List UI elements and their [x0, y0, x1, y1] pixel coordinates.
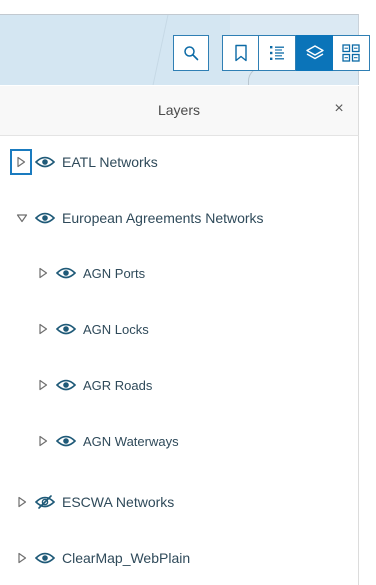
- bookmarks-button[interactable]: [222, 35, 259, 71]
- caret-right-icon: [39, 379, 48, 391]
- collapse-layer-button[interactable]: [12, 207, 32, 229]
- layer-item-agn-waterways: AGN Waterways: [33, 430, 179, 452]
- eye-icon: [35, 156, 55, 168]
- eye-icon: [35, 552, 55, 564]
- expand-layer-button[interactable]: [10, 149, 32, 175]
- panel-title: Layers: [157, 102, 201, 118]
- eye-icon: [56, 267, 76, 279]
- visibility-toggle[interactable]: [34, 207, 56, 229]
- caret-right-icon: [39, 267, 48, 279]
- close-icon: ×: [334, 100, 344, 117]
- eye-icon: [56, 435, 76, 447]
- visibility-toggle[interactable]: [34, 491, 56, 513]
- bookmark-icon: [234, 44, 247, 62]
- eye-icon: [35, 212, 55, 224]
- layer-title[interactable]: AGN Waterways: [83, 434, 179, 449]
- layer-title[interactable]: EATL Networks: [62, 154, 158, 170]
- layers-button[interactable]: [296, 35, 333, 71]
- layer-item-escwa-networks: ESCWA Networks: [12, 491, 174, 513]
- visibility-toggle[interactable]: [55, 262, 77, 284]
- expand-layer-button[interactable]: [33, 262, 53, 284]
- eye-icon: [56, 323, 76, 335]
- search-icon: [184, 46, 199, 61]
- eye-icon: [56, 379, 76, 391]
- basemap-gallery-icon: [342, 44, 360, 62]
- basemap-gallery-button[interactable]: [333, 35, 370, 71]
- expand-layer-button[interactable]: [33, 374, 53, 396]
- caret-right-icon: [18, 552, 27, 564]
- layer-item-eatl-networks: EATL Networks: [10, 149, 158, 175]
- legend-button[interactable]: [259, 35, 296, 71]
- layer-item-agr-roads: AGR Roads: [33, 374, 152, 396]
- layer-title[interactable]: ESCWA Networks: [62, 494, 174, 510]
- layer-list: EATL Networks European Agreements Networ…: [0, 136, 359, 585]
- search-button[interactable]: [173, 35, 209, 71]
- layer-title[interactable]: ClearMap_WebPlain: [62, 550, 190, 566]
- close-panel-button[interactable]: ×: [326, 96, 352, 122]
- expand-layer-button[interactable]: [33, 318, 53, 340]
- map-feature: [92, 15, 169, 85]
- expand-layer-button[interactable]: [33, 430, 53, 452]
- layer-item-agn-locks: AGN Locks: [33, 318, 149, 340]
- visibility-toggle[interactable]: [34, 151, 56, 173]
- layer-title[interactable]: AGN Locks: [83, 322, 149, 337]
- caret-right-icon: [39, 323, 48, 335]
- expand-layer-button[interactable]: [12, 547, 32, 569]
- caret-down-icon: [16, 214, 28, 223]
- layer-title[interactable]: AGR Roads: [83, 378, 152, 393]
- visibility-toggle[interactable]: [55, 318, 77, 340]
- expand-layer-button[interactable]: [12, 491, 32, 513]
- layer-item-european-agreements-networks: European Agreements Networks: [12, 207, 264, 229]
- layers-icon: [305, 45, 324, 60]
- caret-right-icon: [39, 435, 48, 447]
- legend-list-icon: [270, 46, 284, 60]
- layers-panel-header: Layers ×: [0, 86, 359, 136]
- layer-item-clearmap-webplain: ClearMap_WebPlain: [12, 547, 190, 569]
- visibility-toggle[interactable]: [55, 430, 77, 452]
- caret-right-icon: [18, 496, 27, 508]
- layer-title[interactable]: AGN Ports: [83, 266, 145, 281]
- layer-title[interactable]: European Agreements Networks: [62, 210, 264, 226]
- caret-right-icon: [17, 156, 26, 168]
- visibility-toggle[interactable]: [34, 547, 56, 569]
- layer-item-agn-ports: AGN Ports: [33, 262, 145, 284]
- eye-off-icon: [35, 495, 55, 509]
- visibility-toggle[interactable]: [55, 374, 77, 396]
